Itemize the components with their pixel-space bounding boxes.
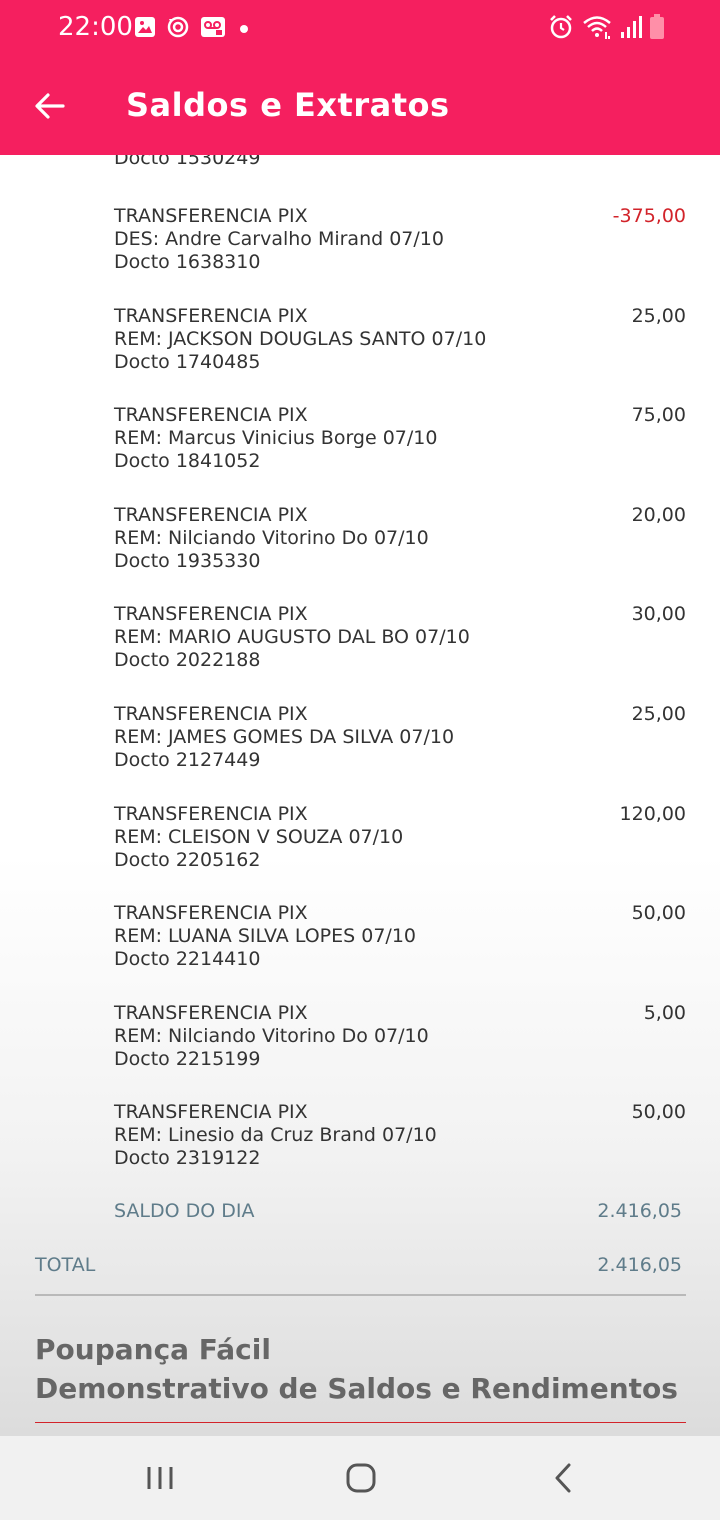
page-title: Saldos e Extratos [126,86,450,124]
status-time: 22:00 [58,12,133,42]
transaction-doc: Docto 2215199 [114,1048,261,1070]
transaction-amount: 120,00 [619,803,686,825]
poupanca-title: Poupança Fácil [35,1333,271,1366]
transaction-amount: 25,00 [631,703,686,725]
saldo-do-dia-row: SALDO DO DIA 2.416,05 [114,1200,682,1224]
poupanca-section-title: Poupança Fácil Demonstrativo de Saldos e… [35,1330,678,1408]
transaction-detail: REM: JAMES GOMES DA SILVA 07/10 [114,726,455,748]
status-bar: 22:00 [0,0,720,56]
transaction-type: TRANSFERENCIA PIX [114,1002,308,1024]
app-bar: Saldos e Extratos [0,56,720,155]
transaction-type: TRANSFERENCIA PIX [114,1101,308,1123]
transaction-type: TRANSFERENCIA PIX [114,404,308,426]
transaction-amount: 20,00 [631,504,686,526]
transaction-type: TRANSFERENCIA PIX [114,703,308,725]
transaction-doc: Docto 2127449 [114,749,261,771]
divider [35,1294,686,1296]
transaction-doc: Docto 1638310 [114,251,261,273]
transaction-detail: REM: JACKSON DOUGLAS SANTO 07/10 [114,328,487,350]
back-nav-button[interactable] [533,1456,593,1500]
transaction-row: TRANSFERENCIA PIX REM: Nilciando Vitorino… [0,504,720,596]
transaction-doc: Docto 1935330 [114,550,261,572]
transaction-detail: REM: MARIO AUGUSTO DAL BO 07/10 [114,626,470,648]
transaction-description: TRANSFERENCIA PIX REM: Linesio da Cruz Br… [114,1101,437,1170]
total-row: TOTAL 2.416,05 [35,1254,682,1278]
transaction-doc: Docto 2022188 [114,649,261,671]
transaction-type: TRANSFERENCIA PIX [114,603,308,625]
transaction-doc: Docto 2319122 [114,1147,261,1169]
transaction-description: TRANSFERENCIA PIX REM: JAMES GOMES DA SIL… [114,703,454,772]
image-icon [134,16,156,43]
signal-icon [620,15,642,44]
sync-icon [166,15,190,44]
transaction-amount: 50,00 [631,1101,686,1123]
transaction-description: TRANSFERENCIA PIX REM: MARIO AUGUSTO DAL … [114,603,470,672]
home-icon [346,1463,376,1493]
status-right-icons [548,14,664,45]
transaction-row: TRANSFERENCIA PIX DES: Andre Carvalho Mir… [0,205,720,297]
transaction-description: TRANSFERENCIA PIX REM: CLEISON V SOUZA 07… [114,803,403,872]
transaction-type: TRANSFERENCIA PIX [114,902,308,924]
transaction-type: TRANSFERENCIA PIX [114,803,308,825]
wifi-icon [582,14,612,45]
transaction-amount: 50,00 [631,902,686,924]
status-left-icons [134,15,252,44]
transaction-type: TRANSFERENCIA PIX [114,205,308,227]
transaction-amount: 5,00 [643,1002,686,1024]
recents-button[interactable] [130,1456,190,1500]
poupanca-subtitle: Demonstrativo de Saldos e Rendimentos [35,1372,678,1405]
back-button[interactable] [28,84,72,128]
cut-off-doc: Docto 1530249 [114,155,261,169]
transaction-detail: REM: CLEISON V SOUZA 07/10 [114,826,404,848]
transaction-detail: REM: Nilciando Vitorino Do 07/10 [114,1025,429,1047]
voicemail-icon [200,16,226,43]
transaction-doc: Docto 2214410 [114,948,261,970]
total-label: TOTAL [35,1254,96,1276]
transaction-row: TRANSFERENCIA PIX REM: CLEISON V SOUZA 07… [0,803,720,895]
arrow-left-icon [35,93,65,119]
transaction-row: TRANSFERENCIA PIX REM: JAMES GOMES DA SIL… [0,703,720,795]
transaction-row: TRANSFERENCIA PIX REM: JACKSON DOUGLAS SA… [0,305,720,397]
transaction-amount: 30,00 [631,603,686,625]
transaction-description: TRANSFERENCIA PIX REM: Nilciando Vitorino… [114,1002,429,1071]
transaction-description: TRANSFERENCIA PIX REM: Nilciando Vitorino… [114,504,429,573]
transaction-doc: Docto 2205162 [114,849,261,871]
navigation-bar [0,1436,720,1520]
saldo-do-dia-value: 2.416,05 [597,1200,682,1222]
transaction-description: TRANSFERENCIA PIX REM: Marcus Vinicius Bo… [114,404,437,473]
saldo-do-dia-label: SALDO DO DIA [114,1200,255,1222]
transaction-row: TRANSFERENCIA PIX REM: Nilciando Vitorino… [0,1002,720,1094]
back-nav-icon [555,1463,571,1493]
transaction-detail: REM: Linesio da Cruz Brand 07/10 [114,1124,437,1146]
transaction-row: TRANSFERENCIA PIX REM: Linesio da Cruz Br… [0,1101,720,1193]
transaction-description: TRANSFERENCIA PIX DES: Andre Carvalho Mir… [114,205,444,274]
transaction-detail: REM: Nilciando Vitorino Do 07/10 [114,527,429,549]
transaction-row: TRANSFERENCIA PIX REM: LUANA SILVA LOPES … [0,902,720,994]
home-button[interactable] [331,1456,391,1500]
transaction-amount: -375,00 [612,205,686,227]
alarm-icon [548,14,574,45]
transaction-doc: Docto 1740485 [114,351,261,373]
transaction-amount: 75,00 [631,404,686,426]
total-value: 2.416,05 [597,1254,682,1276]
section-divider [35,1422,686,1423]
transaction-detail: REM: LUANA SILVA LOPES 07/10 [114,925,416,947]
transaction-type: TRANSFERENCIA PIX [114,504,308,526]
battery-icon [650,14,664,45]
recents-icon [147,1467,173,1489]
transaction-description: TRANSFERENCIA PIX REM: LUANA SILVA LOPES … [114,902,416,971]
transaction-row: TRANSFERENCIA PIX REM: Marcus Vinicius Bo… [0,404,720,496]
transaction-amount: 25,00 [631,305,686,327]
dot-icon [236,16,252,43]
transaction-description: TRANSFERENCIA PIX REM: JACKSON DOUGLAS SA… [114,305,486,374]
transaction-detail: DES: Andre Carvalho Mirand 07/10 [114,228,444,250]
statement-content[interactable]: Docto 1530249 TRANSFERENCIA PIX DES: Andr… [0,155,720,1436]
transaction-row: TRANSFERENCIA PIX REM: MARIO AUGUSTO DAL … [0,603,720,695]
transaction-detail: REM: Marcus Vinicius Borge 07/10 [114,427,438,449]
transaction-doc: Docto 1841052 [114,450,261,472]
transaction-type: TRANSFERENCIA PIX [114,305,308,327]
